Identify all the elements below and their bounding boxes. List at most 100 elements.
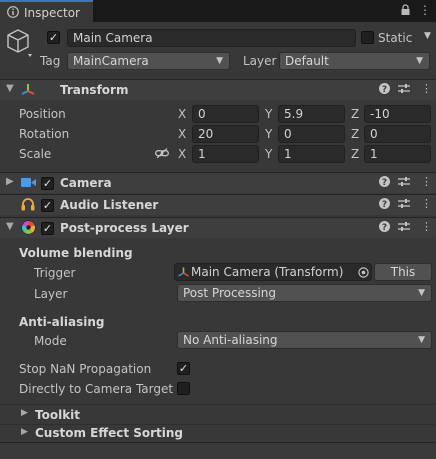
axis-y-label: Y (265, 147, 273, 161)
constrain-proportions-icon[interactable] (155, 148, 169, 159)
static-checkbox[interactable] (361, 31, 374, 44)
axis-z-label: Z (351, 147, 360, 161)
camera-enabled-checkbox[interactable]: ✓ (41, 177, 54, 190)
tag-label: Tag (40, 54, 61, 68)
cube-icon[interactable] (6, 28, 32, 58)
component-menu-icon[interactable]: ⋮ (421, 175, 432, 188)
volume-blending-heading: Volume blending (19, 246, 133, 260)
object-name-field[interactable]: Main Camera (67, 29, 356, 47)
bottom-bar (0, 443, 436, 459)
trigger-object-field[interactable]: Main Camera (Transform) (174, 263, 372, 281)
axis-y-label: Y (265, 107, 273, 121)
layer-dropdown[interactable]: Default ▼ (279, 52, 430, 70)
stop-nan-checkbox[interactable]: ✓ (177, 362, 190, 375)
audio-listener-enabled-checkbox[interactable]: ✓ (41, 199, 54, 212)
postprocess-layer-value: Post Processing (183, 286, 276, 300)
anti-aliasing-heading: Anti-aliasing (19, 315, 105, 329)
position-x-field[interactable]: 0 (192, 105, 259, 123)
component-menu-icon[interactable]: ⋮ (421, 220, 432, 233)
postprocess-layer-title: Post-process Layer (60, 221, 189, 235)
presets-icon[interactable] (398, 198, 410, 212)
rotation-label: Rotation (19, 127, 70, 141)
camera-title: Camera (60, 176, 112, 190)
direct-to-target-label: Directly to Camera Target (19, 382, 174, 396)
lock-icon[interactable] (400, 4, 411, 16)
tab-label: Inspector (24, 6, 80, 20)
foldout-collapsed-icon: ▶ (21, 427, 28, 437)
static-label: Static (378, 31, 413, 45)
kebab-menu-icon[interactable]: ⋮ (419, 3, 431, 17)
postprocess-layer-header[interactable]: ▼ ✓ Post-process Layer ? ⋮ (0, 217, 436, 238)
axis-z-label: Z (351, 107, 360, 121)
static-dropdown-icon[interactable]: ▼ (424, 31, 431, 41)
scale-label: Scale (19, 147, 52, 161)
trigger-label: Trigger (34, 266, 76, 280)
camera-header[interactable]: ▶ ✓ Camera ? ⋮ (0, 172, 436, 193)
presets-icon[interactable] (398, 176, 410, 190)
custom-effect-sorting-foldout[interactable]: ▶ Custom Effect Sorting (0, 425, 436, 442)
svg-text:?: ? (382, 178, 387, 187)
axis-x-label: X (178, 107, 187, 121)
axis-z-label: Z (351, 127, 360, 141)
help-icon[interactable]: ? (379, 176, 390, 190)
tab-inspector[interactable]: Inspector (0, 0, 93, 22)
postprocess-icon (21, 220, 36, 235)
layer-value: Default (285, 54, 329, 68)
rotation-y-field[interactable]: 0 (278, 125, 345, 143)
layer-field-label: Layer (34, 287, 68, 301)
mode-label: Mode (34, 334, 67, 348)
scale-z-field[interactable]: 1 (364, 145, 431, 163)
custom-effect-sorting-label: Custom Effect Sorting (35, 426, 184, 440)
foldout-expanded-icon[interactable]: ▼ (6, 221, 14, 232)
foldout-collapsed-icon[interactable]: ▶ (6, 176, 14, 187)
axis-y-label: Y (265, 127, 273, 141)
chevron-down-icon: ▼ (216, 56, 223, 66)
chevron-down-icon: ▼ (416, 56, 423, 66)
headphones-icon (21, 198, 35, 211)
audio-listener-title: Audio Listener (60, 198, 159, 212)
object-picker-icon[interactable] (358, 267, 369, 278)
foldout-collapsed-icon: ▶ (21, 408, 28, 418)
svg-text:?: ? (382, 85, 387, 94)
layer-label: Layer (243, 54, 277, 68)
audio-listener-header[interactable]: ✓ Audio Listener ? ⋮ (0, 194, 436, 215)
svg-text:?: ? (382, 200, 387, 209)
help-icon[interactable]: ? (379, 83, 390, 97)
chevron-down-icon: ▼ (418, 335, 425, 345)
rotation-z-field[interactable]: 0 (364, 125, 431, 143)
this-button[interactable]: This (374, 263, 432, 281)
position-y-field[interactable]: 5.9 (278, 105, 345, 123)
position-z-field[interactable]: -10 (364, 105, 431, 123)
chevron-down-icon: ▼ (418, 288, 425, 298)
foldout-expanded-icon[interactable]: ▼ (6, 83, 14, 94)
anti-aliasing-mode-dropdown[interactable]: No Anti-aliasing ▼ (177, 331, 432, 349)
rotation-x-field[interactable]: 20 (192, 125, 259, 143)
stop-nan-label: Stop NaN Propagation (19, 362, 152, 376)
toolkit-foldout[interactable]: ▶ Toolkit (0, 405, 436, 424)
direct-to-target-checkbox[interactable] (177, 382, 190, 395)
camera-icon (21, 178, 36, 187)
anti-aliasing-mode-value: No Anti-aliasing (183, 333, 278, 347)
transform-header[interactable]: ▼ Transform ? ⋮ (0, 79, 436, 100)
trigger-value: Main Camera (Transform) (191, 265, 344, 279)
active-checkbox[interactable]: ✓ (47, 31, 60, 44)
help-icon[interactable]: ? (379, 198, 390, 212)
axis-x-label: X (178, 147, 187, 161)
component-menu-icon[interactable]: ⋮ (421, 82, 432, 95)
presets-icon[interactable] (398, 221, 410, 235)
info-icon (7, 6, 19, 18)
position-label: Position (19, 107, 66, 121)
component-menu-icon[interactable]: ⋮ (421, 197, 432, 210)
transform-icon (178, 267, 189, 277)
tag-value: MainCamera (73, 54, 149, 68)
toolkit-label: Toolkit (35, 408, 81, 422)
postprocess-layer-dropdown[interactable]: Post Processing ▼ (177, 284, 432, 302)
scale-x-field[interactable]: 1 (192, 145, 259, 163)
help-icon[interactable]: ? (379, 221, 390, 235)
transform-title: Transform (60, 83, 129, 97)
presets-icon[interactable] (398, 83, 410, 97)
tag-dropdown[interactable]: MainCamera ▼ (67, 52, 230, 70)
postprocess-enabled-checkbox[interactable]: ✓ (41, 222, 54, 235)
scale-y-field[interactable]: 1 (278, 145, 345, 163)
transform-icon (21, 84, 35, 95)
